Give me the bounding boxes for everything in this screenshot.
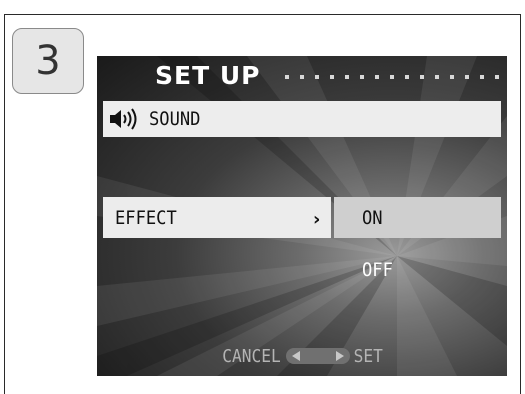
chevron-right-icon: › [313, 209, 321, 230]
option-off[interactable]: OFF [334, 249, 501, 290]
title-dot-leader [285, 75, 507, 79]
menu-title-bar: SET UP [97, 56, 507, 96]
option-off-label: OFF [362, 258, 393, 281]
step-number-badge: 3 [12, 28, 84, 94]
menu-category-sound[interactable]: SOUND [103, 101, 501, 137]
menu-title: SET UP [155, 61, 261, 90]
option-on-label: ON [362, 206, 383, 229]
speaker-icon [109, 107, 143, 131]
category-label: SOUND [149, 108, 201, 130]
option-on[interactable]: ON [334, 197, 501, 238]
setting-row-effect[interactable]: EFFECT › [103, 197, 331, 238]
set-hint: SET [353, 345, 384, 367]
setting-label: EFFECT [115, 206, 177, 229]
button-guide-footer: CANCEL SET [97, 341, 507, 371]
left-right-arrows-icon [286, 348, 351, 364]
camera-lcd-screen: SET UP SOUND EFFECT › ON OFF CANCEL SET [97, 56, 507, 376]
cancel-hint: CANCEL [222, 345, 281, 367]
